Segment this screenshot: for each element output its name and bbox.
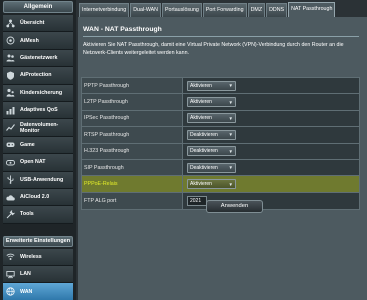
chevron-down-icon: ▼ bbox=[228, 148, 233, 154]
title-divider bbox=[83, 36, 359, 37]
setting-label: RTSP Passthrough bbox=[82, 127, 183, 143]
globe-icon bbox=[6, 287, 15, 296]
sidebar-item-label: AiCloud 2.0 bbox=[20, 194, 50, 201]
sidebar-item-label: Tools bbox=[20, 211, 34, 218]
setting-row-pppoe-relay: PPPoE-Relais Aktivieren ▼ bbox=[82, 176, 359, 193]
setting-row-ipsec: IPSec Passthrough Aktivieren ▼ bbox=[82, 110, 359, 128]
sidebar-item-label: AiMesh bbox=[20, 37, 39, 44]
sidebar-item-label: Kindersicherung bbox=[20, 89, 63, 96]
select-value: Deaktivieren bbox=[190, 164, 218, 171]
chevron-down-icon: ▼ bbox=[228, 181, 233, 187]
sidebar-item-aicloud[interactable]: AiCloud 2.0 bbox=[3, 188, 73, 207]
page-description: Aktivieren Sie NAT Passthrough, damit ei… bbox=[83, 42, 344, 56]
sidebar-item-aimesh[interactable]: AiMesh bbox=[3, 32, 73, 50]
gamepad-icon bbox=[6, 140, 15, 149]
tools-icon bbox=[6, 209, 15, 219]
sidebar-item-open-nat[interactable]: Open NAT bbox=[3, 154, 73, 172]
tab-nat-passthrough[interactable]: NAT Passthrough bbox=[288, 2, 336, 17]
select-value: Deaktivieren bbox=[190, 148, 218, 155]
sidebar-item-label: AiProtection bbox=[20, 72, 52, 79]
sidebar-item-label: Adaptives QoS bbox=[20, 107, 58, 114]
page-title: WAN - NAT Passthrough bbox=[83, 26, 162, 33]
rtsp-passthrough-select[interactable]: Deaktivieren ▼ bbox=[187, 129, 236, 140]
settings-table: PPTP Passthrough Aktivieren ▼ L2TP Passth… bbox=[81, 77, 360, 211]
sip-passthrough-select[interactable]: Deaktivieren ▼ bbox=[187, 162, 236, 173]
lan-icon bbox=[6, 270, 15, 279]
setting-label: FTP ALG port bbox=[82, 192, 183, 210]
h323-passthrough-select[interactable]: Deaktivieren ▼ bbox=[187, 146, 236, 157]
sidebar-item-label: Übersicht bbox=[20, 20, 45, 27]
setting-row-l2tp: L2TP Passthrough Aktivieren ▼ bbox=[82, 94, 359, 111]
select-value: Aktivieren bbox=[190, 82, 212, 89]
sidebar-header-advanced: Erweiterte Einstellungen bbox=[3, 235, 73, 247]
sidebar-item-overview[interactable]: Übersicht bbox=[3, 15, 73, 33]
tab-bar: Internetverbindung Dual-WAN Portauslösun… bbox=[79, 1, 336, 17]
sidebar-header-general: Allgemein bbox=[3, 1, 73, 13]
select-value: Aktivieren bbox=[190, 99, 212, 106]
chevron-down-icon: ▼ bbox=[228, 99, 233, 105]
sidebar-item-label: Wireless bbox=[20, 253, 42, 260]
sidebar-item-label: Game bbox=[20, 141, 35, 148]
sidebar-item-label: Open NAT bbox=[20, 159, 46, 166]
select-value: Aktivieren bbox=[190, 181, 212, 188]
usb-icon bbox=[6, 175, 15, 185]
tab-dmz[interactable]: DMZ bbox=[247, 3, 266, 17]
chevron-down-icon: ▼ bbox=[228, 132, 233, 138]
sidebar-item-label: LAN bbox=[20, 271, 31, 278]
sidebar-item-usb-application[interactable]: USB-Anwendung bbox=[3, 171, 73, 189]
sidebar-item-traffic-monitor[interactable]: Datenvolumen- Monitor bbox=[3, 119, 73, 137]
select-value: Aktivieren bbox=[190, 115, 212, 122]
sidebar-item-wireless[interactable]: Wireless bbox=[3, 248, 73, 267]
parental-control-icon bbox=[6, 88, 15, 97]
setting-label: L2TP Passthrough bbox=[82, 94, 183, 110]
qos-icon bbox=[6, 106, 15, 115]
network-map-icon bbox=[6, 19, 15, 28]
sidebar-item-game[interactable]: Game bbox=[3, 136, 73, 155]
sidebar-item-aiprotection[interactable]: AiProtection bbox=[3, 67, 73, 85]
pptp-passthrough-select[interactable]: Aktivieren ▼ bbox=[187, 80, 236, 91]
select-value: Deaktivieren bbox=[190, 131, 218, 138]
sidebar-item-label: USB-Anwendung bbox=[20, 176, 64, 183]
shield-icon bbox=[6, 71, 15, 80]
setting-row-pptp: PPTP Passthrough Aktivieren ▼ bbox=[82, 78, 359, 95]
tab-port-forwarding[interactable]: Port Forwarding bbox=[202, 3, 247, 17]
sidebar-item-lan[interactable]: LAN bbox=[3, 266, 73, 284]
l2tp-passthrough-select[interactable]: Aktivieren ▼ bbox=[187, 97, 236, 108]
apply-button[interactable]: Anwenden bbox=[206, 200, 263, 213]
tab-internet-connection[interactable]: Internetverbindung bbox=[79, 3, 130, 17]
setting-label: PPPoE-Relais bbox=[82, 176, 183, 192]
pppoe-relay-select[interactable]: Aktivieren ▼ bbox=[187, 179, 236, 190]
sidebar: Allgemein Übersicht AiMesh Gästenetzwerk… bbox=[0, 0, 76, 300]
setting-row-sip: SIP Passthrough Deaktivieren ▼ bbox=[82, 159, 359, 177]
sidebar-item-wan[interactable]: WAN bbox=[3, 283, 73, 300]
sidebar-item-label: Datenvolumen- Monitor bbox=[20, 121, 59, 134]
aimesh-icon bbox=[6, 36, 15, 45]
sidebar-item-tools[interactable]: Tools bbox=[3, 206, 73, 224]
setting-label: SIP Passthrough bbox=[82, 159, 183, 176]
guest-network-icon bbox=[6, 53, 15, 62]
wireless-icon bbox=[6, 252, 15, 261]
tab-ddns[interactable]: DDNS bbox=[266, 3, 288, 17]
chevron-down-icon: ▼ bbox=[228, 115, 233, 121]
setting-label: PPTP Passthrough bbox=[82, 78, 183, 94]
sidebar-item-label: Gästenetzwerk bbox=[20, 54, 58, 61]
setting-row-rtsp: RTSP Passthrough Deaktivieren ▼ bbox=[82, 127, 359, 144]
sidebar-item-label: WAN bbox=[20, 288, 33, 295]
traffic-monitor-icon bbox=[6, 123, 15, 132]
cloud-icon bbox=[6, 193, 15, 202]
chevron-down-icon: ▼ bbox=[228, 83, 233, 89]
sidebar-item-guest-network[interactable]: Gästenetzwerk bbox=[3, 49, 73, 68]
setting-label: IPSec Passthrough bbox=[82, 110, 183, 127]
sidebar-item-adaptive-qos[interactable]: Adaptives QoS bbox=[3, 101, 73, 120]
tab-port-trigger[interactable]: Portauslösung bbox=[162, 3, 202, 17]
setting-label: H.323 Passthrough bbox=[82, 143, 183, 159]
chevron-down-icon: ▼ bbox=[228, 165, 233, 171]
sidebar-item-parental-control[interactable]: Kindersicherung bbox=[3, 84, 73, 102]
tab-dual-wan[interactable]: Dual-WAN bbox=[130, 3, 162, 17]
open-nat-icon bbox=[6, 158, 15, 167]
ipsec-passthrough-select[interactable]: Aktivieren ▼ bbox=[187, 113, 236, 124]
setting-row-h323: H.323 Passthrough Deaktivieren ▼ bbox=[82, 143, 359, 160]
ftp-alg-port-input[interactable]: 2021 bbox=[187, 195, 207, 206]
main-panel: WAN - NAT Passthrough Aktivieren Sie NAT… bbox=[78, 17, 367, 300]
